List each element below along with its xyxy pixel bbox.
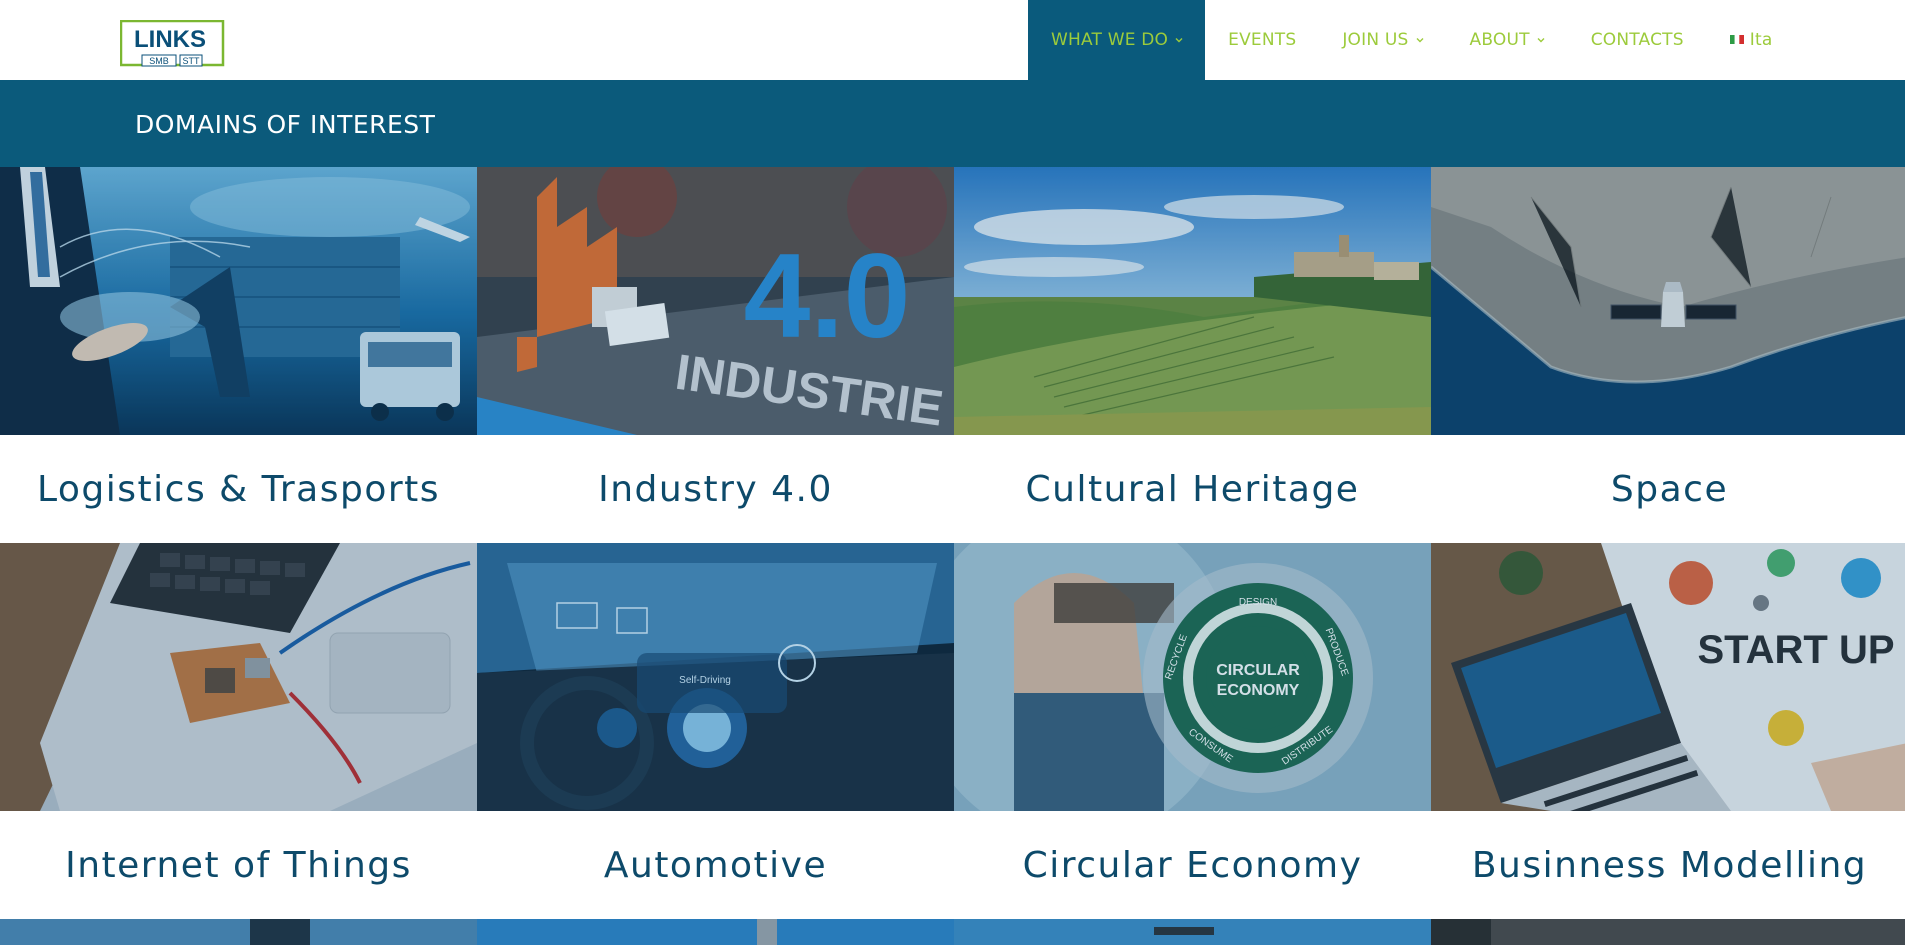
- nav-label: ABOUT: [1469, 30, 1530, 50]
- svg-text:LINKS: LINKS: [134, 26, 206, 53]
- svg-text:Self-Driving: Self-Driving: [679, 675, 731, 686]
- svg-text:CIRCULAR: CIRCULAR: [1216, 662, 1300, 679]
- domain-card-industry[interactable]: 4.0 INDUSTRIE Industry 4.0: [477, 167, 954, 543]
- svg-text:ECONOMY: ECONOMY: [1217, 682, 1300, 699]
- domain-card-cultural-heritage[interactable]: Cultural Heritage: [954, 167, 1431, 543]
- domain-label: Space: [1431, 435, 1905, 543]
- industry-image: 4.0 INDUSTRIE: [477, 167, 954, 435]
- domain-card-partial-3[interactable]: [954, 919, 1431, 945]
- nav-join-us[interactable]: JOIN US: [1319, 0, 1446, 80]
- nav-what-we-do[interactable]: WHAT WE DO: [1028, 0, 1206, 80]
- nav-label: EVENTS: [1228, 30, 1297, 50]
- chevron-down-icon: [1537, 38, 1545, 43]
- italian-flag-icon: [1729, 34, 1744, 44]
- domain-card-logistics[interactable]: Logistics & Trasports: [0, 167, 477, 543]
- laptop-board-image: [0, 543, 477, 811]
- domain-card-partial-2[interactable]: [477, 919, 954, 945]
- nav-language-ita[interactable]: Ita: [1707, 0, 1796, 80]
- domain-card-business-modelling[interactable]: START UP Businness Modelling: [1431, 543, 1905, 919]
- svg-text:STT: STT: [183, 56, 201, 66]
- svg-text:4.0: 4.0: [744, 229, 911, 363]
- car-dashboard-image: Self-Driving: [477, 543, 954, 811]
- domain-card-space[interactable]: Space: [1431, 167, 1905, 543]
- domain-label: Circular Economy: [954, 811, 1431, 919]
- nav-label: CONTACTS: [1590, 30, 1684, 50]
- nav-events[interactable]: EVENTS: [1205, 0, 1319, 80]
- domain-image: [1431, 919, 1905, 945]
- circular-economy-image: CIRCULAR ECONOMY DESIGN PRODUCE DISTRIBU…: [954, 543, 1431, 811]
- domain-image: [477, 919, 954, 945]
- nav-label: Ita: [1749, 30, 1773, 50]
- domain-card-iot[interactable]: Internet of Things: [0, 543, 477, 919]
- svg-text:START UP: START UP: [1697, 628, 1894, 672]
- logistics-image: [0, 167, 477, 435]
- domain-image: [0, 919, 477, 945]
- domain-label: Businness Modelling: [1431, 811, 1905, 919]
- main-nav: WHAT WE DO EVENTS JOIN US ABOUT CONTACTS…: [1028, 0, 1795, 80]
- satellite-coast-image: [1431, 167, 1905, 435]
- domain-card-partial-1[interactable]: [0, 919, 477, 945]
- domain-label: Industry 4.0: [477, 435, 954, 543]
- domain-card-automotive[interactable]: Self-Driving Automotive: [477, 543, 954, 919]
- svg-text:DESIGN: DESIGN: [1239, 597, 1277, 608]
- domain-label: Cultural Heritage: [954, 435, 1431, 543]
- nav-contacts[interactable]: CONTACTS: [1568, 0, 1707, 80]
- site-header: LINKS SMB STT WHAT WE DO EVENTS JOIN US …: [0, 0, 1905, 80]
- chevron-down-icon: [1416, 38, 1424, 43]
- nav-label: JOIN US: [1342, 30, 1409, 50]
- domain-label: Logistics & Trasports: [0, 435, 477, 543]
- svg-text:SMB: SMB: [149, 56, 169, 66]
- domain-image: [954, 919, 1431, 945]
- chevron-down-icon: [1175, 38, 1183, 43]
- domain-card-partial-4[interactable]: [1431, 919, 1905, 945]
- links-logo[interactable]: LINKS SMB STT: [120, 20, 225, 70]
- domain-label: Internet of Things: [0, 811, 477, 919]
- domain-card-circular-economy[interactable]: CIRCULAR ECONOMY DESIGN PRODUCE DISTRIBU…: [954, 543, 1431, 919]
- nav-about[interactable]: ABOUT: [1447, 0, 1568, 80]
- vineyard-village-image: [954, 167, 1431, 435]
- domain-label: Automotive: [477, 811, 954, 919]
- nav-label: WHAT WE DO: [1051, 30, 1169, 50]
- page-title-bar: DOMAINS OF INTEREST: [0, 80, 1905, 167]
- startup-desk-image: START UP: [1431, 543, 1905, 811]
- page-title: DOMAINS OF INTEREST: [135, 110, 436, 139]
